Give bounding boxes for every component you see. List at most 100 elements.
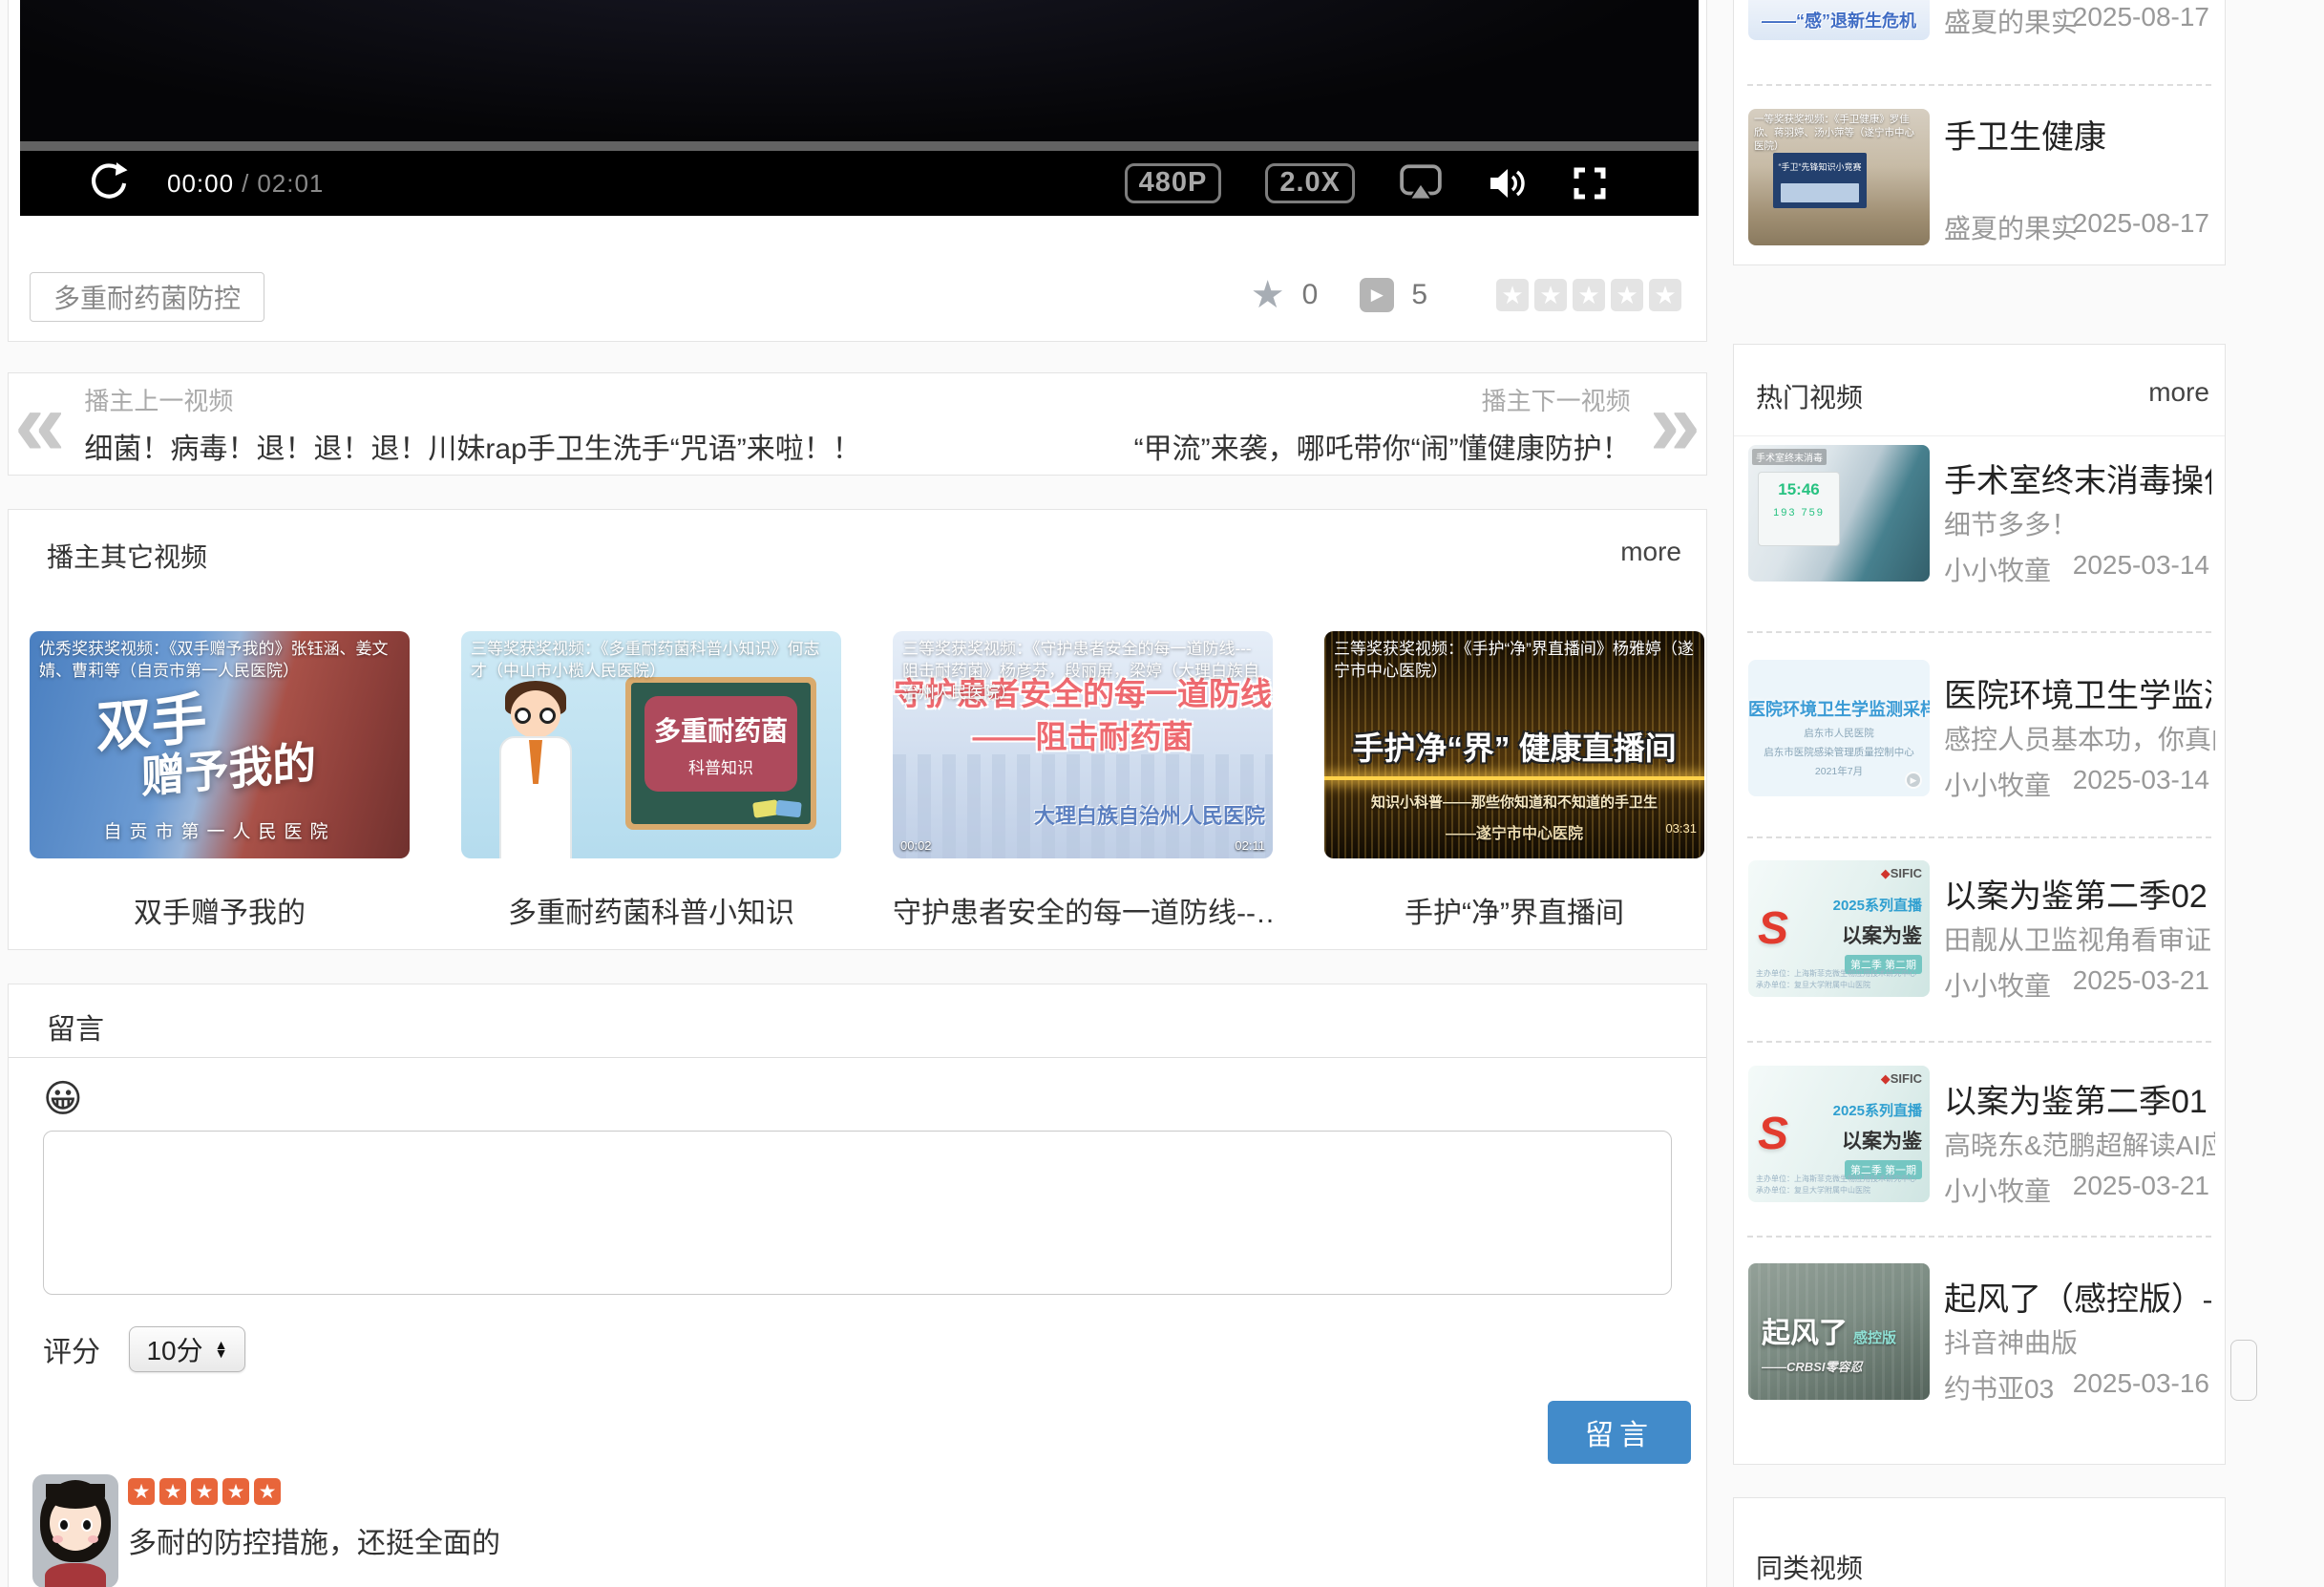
video-thumbnail[interactable]: 三等奖获奖视频：《手护“净”界直播间》杨雅婷（遂宁市中心医院） 手护净“界” 健… bbox=[1324, 631, 1704, 858]
prev-video-link[interactable]: « 播主上一视频 细菌！病毒！退！退！退！川妹rap手卫生洗手“咒语”来啦！！ bbox=[9, 381, 875, 467]
video-title[interactable]: 起风了（感控版）—… bbox=[1944, 1273, 2211, 1320]
hot-video-item[interactable]: 医院环境卫生学监测采样操作 启东市人民医院 启东市医院感染管理质量控制中心 20… bbox=[1734, 660, 2225, 796]
thumb-subtitle: 2021年7月 bbox=[1748, 764, 1930, 778]
filled-star-icon: ★ bbox=[191, 1478, 218, 1505]
quality-button[interactable]: 480P bbox=[1125, 163, 1222, 203]
prev-title[interactable]: 细菌！病毒！退！退！退！川妹rap手卫生洗手“咒语”来啦！！ bbox=[84, 425, 860, 467]
other-video-item[interactable]: 三等奖获奖视频：《手护“净”界直播间》杨雅婷（遂宁市中心医院） 手护净“界” 健… bbox=[1324, 631, 1704, 931]
other-video-item[interactable]: 三等奖获奖视频：《守护患者安全的每一道防线---阻击耐药菌》杨彦芬，段丽屏，梁婷… bbox=[893, 631, 1273, 931]
thumb-hospital-text: 大理白族自治州人民医院 bbox=[1034, 799, 1265, 830]
video-thumbnail[interactable]: 三等奖获奖视频：《守护患者安全的每一道防线---阻击耐药菌》杨彦芬，段丽屏，梁婷… bbox=[893, 631, 1273, 858]
thumb-logo-text: S bbox=[1758, 1108, 1788, 1160]
thumb-subtitle: 启东市医院感染管理质量控制中心 bbox=[1748, 745, 1930, 759]
emoji-picker-icon[interactable]: 😀 bbox=[43, 1080, 83, 1118]
video-thumbnail[interactable]: “手卫”先锋知识小竞赛 一等奖获奖视频：《手卫健康》罗佳欣、蒋羽婷、汤小萍等（遂… bbox=[1748, 109, 1930, 245]
section-title: 同类视频 bbox=[1756, 1548, 1863, 1586]
video-thumbnail[interactable]: S ◆SIFIC 2025系列直播 以案为鉴 第二季 第一期 主办单位：上海斯菲… bbox=[1748, 1066, 1930, 1202]
video-title[interactable]: 以案为鉴第二季01… bbox=[1944, 1075, 2211, 1122]
video-tag[interactable]: 多重耐药菌防控 bbox=[30, 272, 264, 322]
rating-star-icon[interactable]: ★ bbox=[1496, 279, 1529, 311]
time-display: 00:00/02:01 bbox=[167, 169, 324, 199]
rating-star-icon[interactable]: ★ bbox=[1649, 279, 1681, 311]
video-author: 小小牧童 bbox=[1944, 1171, 2051, 1209]
replay-icon[interactable] bbox=[87, 161, 131, 205]
prev-label: 播主上一视频 bbox=[84, 382, 860, 417]
more-link[interactable]: more bbox=[1620, 537, 1681, 567]
speed-button[interactable]: 2.0X bbox=[1265, 163, 1355, 203]
sific-diamond-icon: ◆ bbox=[1881, 866, 1891, 880]
video-author: 小小牧童 bbox=[1944, 550, 2051, 588]
video-thumbnail[interactable]: 优秀奖获奖视频：《双手赠予我的》张钰涵、姜文婧、曹莉等（自贡市第一人民医院） 双… bbox=[30, 631, 410, 858]
airplay-icon[interactable] bbox=[1399, 163, 1443, 203]
volume-icon[interactable] bbox=[1487, 164, 1529, 202]
seek-bar[interactable] bbox=[20, 141, 1699, 151]
rating-star-icon[interactable]: ★ bbox=[1573, 279, 1605, 311]
video-author: 盛夏的果实 bbox=[1944, 208, 2078, 246]
video-caption[interactable]: 手护“净”界直播间 bbox=[1324, 889, 1704, 931]
thumb-art-text: 手护净“界” 健康直播间 bbox=[1324, 723, 1704, 769]
next-video-link[interactable]: 播主下一视频 “甲流”来袭，哪吒带你“闹”懂健康防护！ » bbox=[1121, 381, 1706, 467]
hot-video-item[interactable]: 15:46 193 759 手术室终末消毒 手术室终末消毒操作… 细节多多！ 小… bbox=[1734, 445, 2225, 582]
video-caption[interactable]: 双手赠予我的 bbox=[30, 889, 410, 931]
video-date: 2025-03-14 bbox=[2073, 765, 2209, 795]
board-subtitle: 科普知识 bbox=[688, 754, 753, 778]
tag-row: 多重耐药菌防控 ★ 0 ▶ 5 ★ ★ ★ ★ ★ bbox=[9, 272, 1706, 326]
rating-widget[interactable]: ★ ★ ★ ★ ★ bbox=[1496, 279, 1681, 311]
video-title[interactable]: 手卫生健康 bbox=[1944, 111, 2106, 158]
comments-section: 留言 😀 评分 10分 ▲▼ 留言 ★ ★ ★ ★ ★ bbox=[8, 984, 1707, 1587]
filled-star-icon: ★ bbox=[222, 1478, 249, 1505]
favorite-star-icon[interactable]: ★ bbox=[1251, 276, 1285, 314]
video-author: 盛夏的果实 bbox=[1944, 2, 2078, 40]
video-title[interactable]: 以案为鉴第二季02… bbox=[1944, 870, 2211, 917]
video-title[interactable]: 医院环境卫生学监测… bbox=[1944, 669, 2211, 716]
next-title[interactable]: “甲流”来袭，哪吒带你“闹”懂健康防护！ bbox=[1134, 425, 1631, 467]
divider bbox=[9, 1057, 1706, 1058]
play-icon: ▶ bbox=[1905, 772, 1922, 789]
other-video-item[interactable]: 三等奖获奖视频：《多重耐药菌科普小知识》何志才（中山市小榄人民医院） 多重耐药菌… bbox=[461, 631, 841, 931]
hot-video-item[interactable]: 起风了感控版 ——CRBSI零容忍 起风了（感控版）—… 抖音神曲版 约书亚03… bbox=[1734, 1263, 2225, 1400]
video-frame bbox=[20, 0, 1699, 141]
thumb-title-text: 以案为鉴 bbox=[1833, 1126, 1922, 1154]
thumb-art-text: ——“感”退新生危机 bbox=[1748, 0, 1930, 40]
comment-input[interactable] bbox=[43, 1131, 1672, 1295]
rating-star-icon[interactable]: ★ bbox=[1534, 279, 1567, 311]
video-player-card: 00:00/02:01 480P 2.0X bbox=[8, 0, 1707, 342]
video-caption[interactable]: 多重耐药菌科普小知识 bbox=[461, 889, 841, 931]
video-date: 2025-08-17 bbox=[2073, 208, 2209, 239]
rating-star-icon[interactable]: ★ bbox=[1611, 279, 1643, 311]
hot-video-item[interactable]: S ◆SIFIC 2025系列直播 以案为鉴 第二季 第一期 主办单位：上海斯菲… bbox=[1734, 1066, 2225, 1202]
hot-video-item[interactable]: S ◆SIFIC 2025系列直播 以案为鉴 第二季 第二期 主办单位：上海斯菲… bbox=[1734, 860, 2225, 997]
thumb-title-text: 以案为鉴 bbox=[1833, 920, 1922, 949]
video-caption[interactable]: 守护患者安全的每一道防线--… bbox=[893, 889, 1273, 931]
video-thumbnail[interactable]: S ◆SIFIC 2025系列直播 以案为鉴 第二季 第二期 主办单位：上海斯菲… bbox=[1748, 860, 1930, 997]
scrollbar-thumb[interactable] bbox=[2230, 1340, 2257, 1401]
comment-rating: ★ ★ ★ ★ ★ bbox=[128, 1478, 281, 1505]
thumb-timestamp: 02:11 bbox=[1235, 838, 1265, 853]
section-title: 热门视频 bbox=[1756, 377, 1863, 415]
video-thumbnail[interactable]: ——“感”退新生危机 bbox=[1748, 0, 1930, 40]
thumb-subtitle: ——CRBSI零容忍 bbox=[1762, 1357, 1896, 1375]
video-thumbnail[interactable]: 医院环境卫生学监测采样操作 启东市人民医院 启东市医院感染管理质量控制中心 20… bbox=[1748, 660, 1930, 796]
video-subtitle: 感控人员基本功，你真的会采 bbox=[1944, 719, 2215, 757]
thumb-hospital-text: ——遂宁市中心医院 bbox=[1324, 820, 1704, 843]
thumb-org-text: 承办单位：复旦大学附属中山医院 bbox=[1756, 980, 1916, 991]
video-date: 2025-03-21 bbox=[2073, 965, 2209, 996]
submit-comment-button[interactable]: 留言 bbox=[1548, 1401, 1691, 1464]
score-select[interactable]: 10分 ▲▼ bbox=[129, 1326, 245, 1372]
video-thumbnail[interactable]: 15:46 193 759 手术室终末消毒 bbox=[1748, 445, 1930, 582]
thumb-title-text: 起风了 bbox=[1762, 1318, 1848, 1349]
sific-diamond-icon: ◆ bbox=[1881, 1071, 1891, 1086]
fullscreen-icon[interactable] bbox=[1573, 166, 1607, 201]
video-title[interactable]: 手术室终末消毒操作… bbox=[1944, 455, 2211, 501]
related-videos-card: 同类视频 bbox=[1733, 1497, 2226, 1587]
video-thumbnail[interactable]: 三等奖获奖视频：《多重耐药菌科普小知识》何志才（中山市小榄人民医院） 多重耐药菌… bbox=[461, 631, 841, 858]
thumb-title-text: 医院环境卫生学监测采样操作 bbox=[1748, 696, 1930, 721]
other-video-item[interactable]: 优秀奖获奖视频：《双手赠予我的》张钰涵、姜文婧、曹莉等（自贡市第一人民医院） 双… bbox=[30, 631, 410, 931]
play-count-icon: ▶ bbox=[1360, 278, 1394, 312]
video-thumbnail[interactable]: 起风了感控版 ——CRBSI零容忍 bbox=[1748, 1263, 1930, 1400]
video-screen[interactable]: 00:00/02:01 480P 2.0X bbox=[20, 0, 1699, 216]
thumb-overlay-text: 优秀奖获奖视频：《双手赠予我的》张钰涵、姜文婧、曹莉等（自贡市第一人民医院） bbox=[30, 631, 410, 690]
more-link[interactable]: more bbox=[2148, 377, 2209, 408]
thumb-series-text: 2025系列直播 bbox=[1833, 895, 1922, 915]
select-arrows-icon: ▲▼ bbox=[215, 1341, 228, 1358]
